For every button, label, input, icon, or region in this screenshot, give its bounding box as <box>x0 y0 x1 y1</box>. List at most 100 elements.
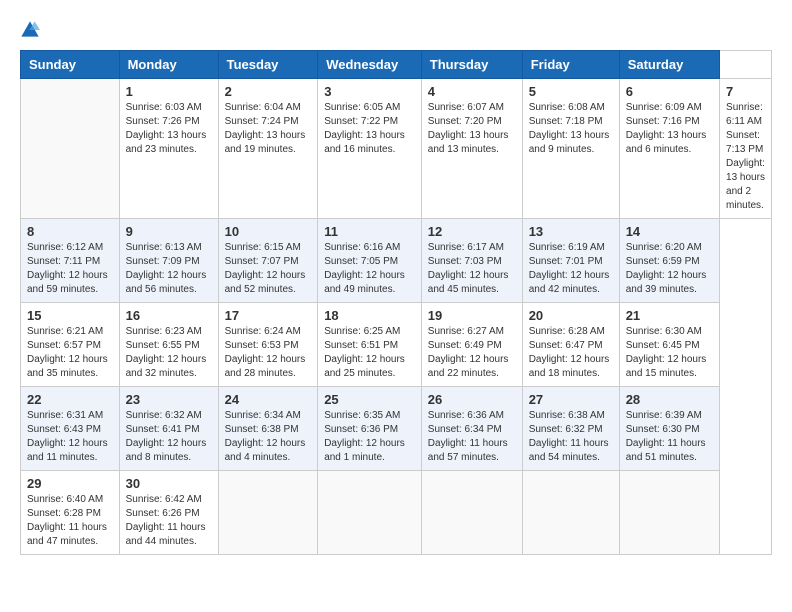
day-info: Sunrise: 6:03 AMSunset: 7:26 PMDaylight:… <box>126 101 212 157</box>
day-number: 3 <box>324 84 415 99</box>
day-number: 30 <box>126 476 212 491</box>
day-cell-15: 15Sunrise: 6:21 AMSunset: 6:57 PMDayligh… <box>21 303 120 387</box>
day-number: 24 <box>225 392 312 407</box>
day-number: 15 <box>27 308 113 323</box>
header-wednesday: Wednesday <box>318 51 422 79</box>
day-number: 9 <box>126 224 212 239</box>
day-info: Sunrise: 6:15 AMSunset: 7:07 PMDaylight:… <box>225 241 312 297</box>
day-cell-9: 9 Sunrise: 6:13 AMSunset: 7:09 PMDaylight… <box>119 219 218 303</box>
day-cell-20: 20 Sunrise: 6:28 AMSunset: 6:47 PMDayligh… <box>522 303 619 387</box>
week-row-5: 29 Sunrise: 6:40 AMSunset: 6:28 PMDayligh… <box>21 471 772 555</box>
week-row-3: 15Sunrise: 6:21 AMSunset: 6:57 PMDayligh… <box>21 303 772 387</box>
day-number: 8 <box>27 224 113 239</box>
day-number: 7 <box>726 84 765 99</box>
week-row-4: 22 Sunrise: 6:31 AMSunset: 6:43 PMDayligh… <box>21 387 772 471</box>
day-info: Sunrise: 6:05 AMSunset: 7:22 PMDaylight:… <box>324 101 415 157</box>
day-cell-22: 22 Sunrise: 6:31 AMSunset: 6:43 PMDayligh… <box>21 387 120 471</box>
day-cell-1: 1 Sunrise: 6:03 AMSunset: 7:26 PMDaylight… <box>119 79 218 219</box>
day-cell-27: 27 Sunrise: 6:38 AMSunset: 6:32 PMDayligh… <box>522 387 619 471</box>
day-number: 18 <box>324 308 415 323</box>
day-cell-11: 11Sunrise: 6:16 AMSunset: 7:05 PMDayligh… <box>318 219 422 303</box>
day-info: Sunrise: 6:31 AMSunset: 6:43 PMDaylight:… <box>27 409 113 465</box>
day-number: 2 <box>225 84 312 99</box>
day-info: Sunrise: 6:42 AMSunset: 6:26 PMDaylight:… <box>126 493 212 549</box>
day-cell-10: 10 Sunrise: 6:15 AMSunset: 7:07 PMDayligh… <box>218 219 318 303</box>
day-info: Sunrise: 6:20 AMSunset: 6:59 PMDaylight:… <box>626 241 713 297</box>
day-cell-13: 13 Sunrise: 6:19 AMSunset: 7:01 PMDayligh… <box>522 219 619 303</box>
day-info: Sunrise: 6:19 AMSunset: 7:01 PMDaylight:… <box>529 241 613 297</box>
day-info: Sunrise: 6:04 AMSunset: 7:24 PMDaylight:… <box>225 101 312 157</box>
day-cell-18: 18 Sunrise: 6:25 AMSunset: 6:51 PMDayligh… <box>318 303 422 387</box>
logo <box>20 20 48 40</box>
day-number: 17 <box>225 308 312 323</box>
day-number: 5 <box>529 84 613 99</box>
day-number: 6 <box>626 84 713 99</box>
day-info: Sunrise: 6:38 AMSunset: 6:32 PMDaylight:… <box>529 409 613 465</box>
day-info: Sunrise: 6:13 AMSunset: 7:09 PMDaylight:… <box>126 241 212 297</box>
day-number: 20 <box>529 308 613 323</box>
day-info: Sunrise: 6:28 AMSunset: 6:47 PMDaylight:… <box>529 325 613 381</box>
day-cell-23: 23Sunrise: 6:32 AMSunset: 6:41 PMDayligh… <box>119 387 218 471</box>
day-cell-4: 4 Sunrise: 6:07 AMSunset: 7:20 PMDaylight… <box>421 79 522 219</box>
empty-cell <box>318 471 422 555</box>
day-cell-3: 3 Sunrise: 6:05 AMSunset: 7:22 PMDaylight… <box>318 79 422 219</box>
day-number: 25 <box>324 392 415 407</box>
header-tuesday: Tuesday <box>218 51 318 79</box>
day-cell-30: 30 Sunrise: 6:42 AMSunset: 6:26 PMDayligh… <box>119 471 218 555</box>
day-info: Sunrise: 6:24 AMSunset: 6:53 PMDaylight:… <box>225 325 312 381</box>
day-cell-28: 28 Sunrise: 6:39 AMSunset: 6:30 PMDayligh… <box>619 387 719 471</box>
day-info: Sunrise: 6:17 AMSunset: 7:03 PMDaylight:… <box>428 241 516 297</box>
day-cell-2: 2 Sunrise: 6:04 AMSunset: 7:24 PMDaylight… <box>218 79 318 219</box>
day-number: 12 <box>428 224 516 239</box>
empty-cell <box>218 471 318 555</box>
header-row: SundayMondayTuesdayWednesdayThursdayFrid… <box>21 51 772 79</box>
day-info: Sunrise: 6:25 AMSunset: 6:51 PMDaylight:… <box>324 325 415 381</box>
day-info: Sunrise: 6:12 AMSunset: 7:11 PMDaylight:… <box>27 241 113 297</box>
day-number: 29 <box>27 476 113 491</box>
day-info: Sunrise: 6:30 AMSunset: 6:45 PMDaylight:… <box>626 325 713 381</box>
day-number: 4 <box>428 84 516 99</box>
day-number: 13 <box>529 224 613 239</box>
day-cell-21: 21 Sunrise: 6:30 AMSunset: 6:45 PMDayligh… <box>619 303 719 387</box>
week-row-2: 8 Sunrise: 6:12 AMSunset: 7:11 PMDaylight… <box>21 219 772 303</box>
day-info: Sunrise: 6:23 AMSunset: 6:55 PMDaylight:… <box>126 325 212 381</box>
day-info: Sunrise: 6:39 AMSunset: 6:30 PMDaylight:… <box>626 409 713 465</box>
day-cell-24: 24Sunrise: 6:34 AMSunset: 6:38 PMDayligh… <box>218 387 318 471</box>
week-row-1: 1 Sunrise: 6:03 AMSunset: 7:26 PMDaylight… <box>21 79 772 219</box>
day-number: 10 <box>225 224 312 239</box>
day-info: Sunrise: 6:07 AMSunset: 7:20 PMDaylight:… <box>428 101 516 157</box>
day-cell-16: 16 Sunrise: 6:23 AMSunset: 6:55 PMDayligh… <box>119 303 218 387</box>
empty-cell <box>522 471 619 555</box>
day-cell-5: 5 Sunrise: 6:08 AMSunset: 7:18 PMDaylight… <box>522 79 619 219</box>
day-info: Sunrise: 6:11 AMSunset: 7:13 PMDaylight:… <box>726 101 765 213</box>
day-number: 1 <box>126 84 212 99</box>
empty-cell <box>619 471 719 555</box>
day-info: Sunrise: 6:08 AMSunset: 7:18 PMDaylight:… <box>529 101 613 157</box>
day-number: 22 <box>27 392 113 407</box>
day-number: 19 <box>428 308 516 323</box>
day-cell-25: 25Sunrise: 6:35 AMSunset: 6:36 PMDayligh… <box>318 387 422 471</box>
empty-cell <box>421 471 522 555</box>
day-number: 21 <box>626 308 713 323</box>
day-number: 28 <box>626 392 713 407</box>
day-cell-8: 8 Sunrise: 6:12 AMSunset: 7:11 PMDaylight… <box>21 219 120 303</box>
header-monday: Monday <box>119 51 218 79</box>
day-cell-29: 29 Sunrise: 6:40 AMSunset: 6:28 PMDayligh… <box>21 471 120 555</box>
header-sunday: Sunday <box>21 51 120 79</box>
header-saturday: Saturday <box>619 51 719 79</box>
header-thursday: Thursday <box>421 51 522 79</box>
day-info: Sunrise: 6:36 AMSunset: 6:34 PMDaylight:… <box>428 409 516 465</box>
calendar-table: SundayMondayTuesdayWednesdayThursdayFrid… <box>20 50 772 555</box>
day-cell-7: 7 Sunrise: 6:11 AMSunset: 7:13 PMDaylight… <box>720 79 772 219</box>
day-number: 27 <box>529 392 613 407</box>
day-info: Sunrise: 6:32 AMSunset: 6:41 PMDaylight:… <box>126 409 212 465</box>
day-cell-12: 12 Sunrise: 6:17 AMSunset: 7:03 PMDayligh… <box>421 219 522 303</box>
day-info: Sunrise: 6:16 AMSunset: 7:05 PMDaylight:… <box>324 241 415 297</box>
day-cell-6: 6Sunrise: 6:09 AMSunset: 7:16 PMDaylight… <box>619 79 719 219</box>
day-number: 26 <box>428 392 516 407</box>
day-number: 16 <box>126 308 212 323</box>
header-friday: Friday <box>522 51 619 79</box>
day-info: Sunrise: 6:27 AMSunset: 6:49 PMDaylight:… <box>428 325 516 381</box>
day-info: Sunrise: 6:40 AMSunset: 6:28 PMDaylight:… <box>27 493 113 549</box>
empty-cell <box>21 79 120 219</box>
